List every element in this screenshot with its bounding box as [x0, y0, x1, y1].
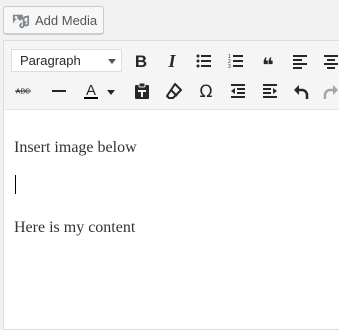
- bullet-list-icon: [196, 54, 211, 68]
- blockquote-icon: ❝: [262, 53, 274, 71]
- bold-label: B: [135, 52, 147, 71]
- text-color-icon: A: [84, 82, 98, 99]
- numbered-list-icon: 1 2 3: [228, 54, 243, 70]
- format-select[interactable]: Paragraph: [11, 49, 122, 72]
- special-character-label: Ω: [200, 82, 213, 101]
- add-media-label: Add Media: [35, 13, 98, 28]
- indent-icon: [263, 84, 277, 98]
- bullet-list-button[interactable]: [190, 48, 218, 74]
- text-color-button[interactable]: A: [77, 78, 105, 104]
- numbered-list-button[interactable]: 1 2 3: [222, 48, 250, 74]
- text-color-label: A: [86, 82, 96, 99]
- undo-button[interactable]: [287, 78, 315, 104]
- align-left-button[interactable]: [286, 48, 314, 74]
- outdent-icon: [231, 84, 245, 98]
- strikethrough-button[interactable]: ABC: [9, 78, 37, 104]
- blockquote-button[interactable]: ❝: [254, 48, 282, 74]
- chevron-down-icon: [107, 90, 115, 95]
- undo-icon: [294, 85, 309, 99]
- bold-icon: B: [135, 52, 147, 71]
- omega-icon: Ω: [200, 82, 213, 101]
- media-buttons-bar: Add Media: [0, 0, 339, 40]
- align-left-icon: [293, 55, 307, 69]
- horizontal-line-icon: [52, 90, 66, 92]
- align-center-icon: [324, 55, 338, 69]
- italic-icon: I: [167, 51, 176, 71]
- text-color-dropdown-button[interactable]: [103, 78, 119, 104]
- blockquote-label: ❝: [262, 53, 274, 71]
- decrease-indent-button[interactable]: [224, 78, 252, 104]
- italic-label: I: [167, 51, 176, 71]
- editor-content-area[interactable]: Insert image below Here is my content: [4, 109, 339, 329]
- editor-wrapper: Paragraph B I 1 2 3 ❝ ABC A Ω Insert ima…: [3, 40, 339, 330]
- increase-indent-button[interactable]: [256, 78, 284, 104]
- bold-button[interactable]: B: [127, 48, 155, 74]
- add-media-icon: [12, 14, 30, 29]
- content-paragraph[interactable]: Here is my content: [14, 218, 135, 238]
- chevron-down-icon: [108, 59, 116, 64]
- special-character-button[interactable]: Ω: [192, 78, 220, 104]
- strikethrough-label: ABC: [16, 89, 30, 96]
- text-cursor: [15, 175, 16, 194]
- svg-text:3: 3: [228, 64, 231, 70]
- add-media-button[interactable]: Add Media: [3, 6, 104, 34]
- strikethrough-icon: ABC: [15, 89, 31, 96]
- redo-button[interactable]: [317, 78, 339, 104]
- paste-as-text-button[interactable]: [128, 78, 156, 104]
- format-select-value: Paragraph: [20, 53, 81, 68]
- align-center-button[interactable]: [317, 48, 339, 74]
- eraser-icon: [166, 83, 182, 99]
- content-paragraph[interactable]: Insert image below: [14, 138, 137, 158]
- editor-toolbar: Paragraph B I 1 2 3 ❝ ABC A Ω: [4, 41, 339, 110]
- horizontal-line-button[interactable]: [45, 78, 73, 104]
- redo-icon: [323, 85, 338, 99]
- italic-button[interactable]: I: [158, 48, 186, 74]
- clear-formatting-button[interactable]: [160, 78, 188, 104]
- paste-as-text-icon: [135, 82, 149, 99]
